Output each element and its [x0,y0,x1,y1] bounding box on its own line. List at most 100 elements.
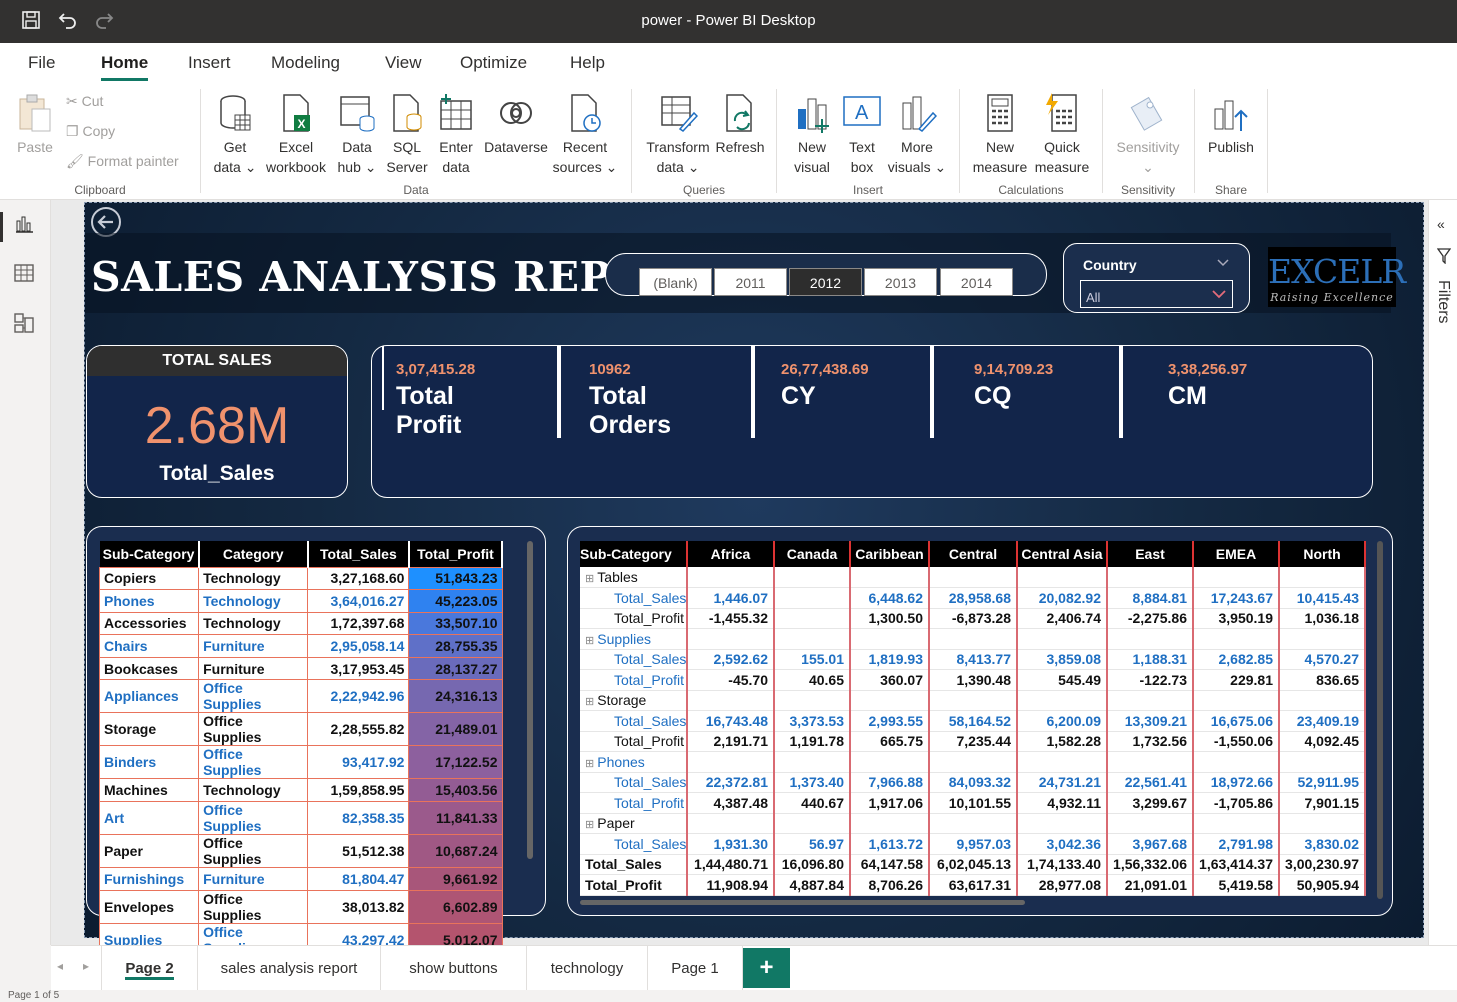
data-hub-button[interactable]: Data hub ⌄ [332,93,382,177]
new-measure-button[interactable]: New measure [970,93,1030,177]
expand-icon[interactable]: ⊞ [585,819,597,831]
more-visuals-button[interactable]: More visuals ⌄ [886,93,948,177]
column-header[interactable]: Sub-Category [580,541,688,567]
tab-page-1[interactable]: Page 1 [648,946,743,991]
menu-help[interactable]: Help [570,53,605,73]
column-header[interactable]: Central Asia [1017,541,1108,567]
table-row[interactable]: Total_Profit 2,191.71 1,191.78 665.75 7,235.… [580,731,1366,752]
table-row[interactable]: Total_Sales 1,446.07 6,448.62 28,958.68 20,0… [580,587,1366,609]
column-header[interactable]: EMEA [1193,541,1280,567]
enter-data-button[interactable]: Enter data [434,93,478,177]
group-row[interactable]: ⊞ Phones [580,751,1366,773]
menu-view[interactable]: View [385,53,422,73]
table-row[interactable]: Accessories Technology 1,72,397.68 33,507.1… [98,611,503,636]
country-dropdown[interactable]: All [1080,280,1233,308]
year-2014[interactable]: 2014 [940,268,1013,296]
dataverse-button[interactable]: Dataverse [482,93,550,157]
menu-home[interactable]: Home [101,53,149,81]
group-row[interactable]: ⊞ Tables [580,567,1366,588]
table-scrollbar[interactable] [527,541,533,859]
quick-measure-button[interactable]: Quick measure [1032,93,1092,177]
matrix-vertical-scrollbar[interactable] [1377,541,1383,899]
table-row[interactable]: Binders Office Supplies 93,417.92 17,122.52 [98,745,503,780]
table-row[interactable]: Appliances Office Supplies 2,22,942.96 24,3… [98,679,503,714]
year-2013[interactable]: 2013 [864,268,937,296]
table-cell [774,628,851,650]
table-row[interactable]: Bookcases Furniture 3,17,953.45 28,137.27 [98,656,503,681]
column-header[interactable]: Central [929,541,1018,567]
column-header[interactable]: Africa [687,541,775,567]
year-2012[interactable]: 2012 [789,268,862,296]
cut-button[interactable]: ✂ Cut [66,93,103,110]
refresh-button[interactable]: Refresh [712,93,768,157]
table-row[interactable]: Total_Profit -45.70 40.65 360.07 1,390.48 545… [580,669,1366,691]
table-row[interactable]: Copiers Technology 3,27,168.60 51,843.23 [98,566,503,591]
excelr-logo: EXCELR Raising Excellence [1268,247,1406,307]
expand-icon[interactable]: ⊞ [585,758,597,770]
menu-optimize[interactable]: Optimize [460,53,527,73]
model-view-icon[interactable] [13,312,37,336]
tab-technology[interactable]: technology [527,946,648,991]
format-painter-button[interactable]: 🖌 Format painter [66,153,179,170]
table-row[interactable]: Chairs Furniture 2,95,058.14 28,755.35 [98,634,503,658]
tab-show-buttons[interactable]: show buttons [381,946,527,991]
column-header[interactable]: Canada [774,541,851,567]
filters-pane[interactable]: « Filters [1428,200,1457,945]
table-row[interactable]: Paper Office Supplies 51,512.38 10,687.24 [98,834,503,869]
sql-server-button[interactable]: SQL Server [384,93,430,177]
group-row[interactable]: ⊞ Paper [580,813,1366,834]
excel-workbook-button[interactable]: X Excel workbook [262,93,330,177]
get-data-button[interactable]: Get data ⌄ [210,93,260,177]
table-row[interactable]: Furnishings Furniture 81,804.47 9,661.92 [98,867,503,891]
year-2011[interactable]: 2011 [714,268,787,296]
table-row[interactable]: Total_Sales 22,372.81 1,373.40 7,966.88 84,0… [580,772,1366,793]
text-box-button[interactable]: A Text box [840,93,884,177]
copy-button[interactable]: ❐ Copy [66,123,115,140]
transform-data-button[interactable]: Transform data ⌄ [642,93,714,177]
publish-button[interactable]: Publish [1202,93,1260,157]
group-row[interactable]: ⊞ Supplies [580,628,1366,650]
menu-modeling[interactable]: Modeling [271,53,340,73]
sensitivity-button[interactable]: Sensitivity ⌄ [1110,93,1186,177]
year-blank[interactable]: (Blank) [639,268,712,296]
paste-button[interactable]: Paste [14,93,56,157]
table-row[interactable]: Art Office Supplies 82,358.35 11,841.33 [98,801,503,836]
tab-page-2[interactable]: Page 2 [101,946,198,991]
expand-icon[interactable]: ⊞ [585,696,597,708]
column-header[interactable]: Total_Sales [307,541,410,567]
table-row[interactable]: Phones Technology 3,64,016.27 45,223.05 [98,589,503,613]
table-row[interactable]: Envelopes Office Supplies 38,013.82 6,602.8… [98,889,503,924]
column-header[interactable]: Total_Profit [408,541,504,567]
column-header[interactable]: North [1279,541,1366,567]
column-header[interactable]: Caribbean [850,541,930,567]
recent-sources-button[interactable]: Recent sources ⌄ [552,93,618,177]
table-row[interactable]: Machines Technology 1,59,858.95 15,403.56 [98,778,503,803]
table-row[interactable]: Total_Profit -1,455.32 1,300.50 -6,873.28 2,… [580,608,1366,629]
tab-sales-analysis-report[interactable]: sales analysis report [198,946,381,991]
menu-file[interactable]: File [28,53,55,73]
group-row[interactable]: ⊞ Storage [580,690,1366,711]
column-header[interactable]: Sub-Category [99,541,200,567]
column-header[interactable]: Category [198,541,309,567]
table-row[interactable]: Total_Profit 4,387.48 440.67 1,917.06 10,101… [580,792,1366,814]
expand-icon[interactable]: ⊞ [585,573,597,585]
table-row[interactable]: Total_Sales 1,931.30 56.97 1,613.72 9,957.03… [580,833,1366,855]
table-cell [1279,690,1366,711]
menu-insert[interactable]: Insert [188,53,231,73]
collapse-icon[interactable]: « [1437,216,1445,232]
table-cell: 10,687.24 [408,834,503,869]
table-row[interactable]: Storage Office Supplies 2,28,555.82 21,489.… [98,712,503,747]
matrix-horizontal-scrollbar[interactable] [580,900,1025,905]
report-view-icon[interactable] [13,213,37,237]
new-visual-button[interactable]: New visual [788,93,836,177]
column-header[interactable]: East [1107,541,1194,567]
table-row[interactable]: Total_Sales 2,592.62 155.01 1,819.93 8,413.7… [580,649,1366,670]
table-view-icon[interactable] [13,262,37,286]
chevron-right-icon[interactable]: ▸ [83,959,89,973]
chevron-left-icon[interactable]: ◂ [57,959,63,973]
chevron-down-icon[interactable] [1217,257,1229,267]
table-cell: 3,64,016.27 [307,589,410,613]
expand-icon[interactable]: ⊞ [585,635,597,647]
table-row[interactable]: Total_Sales 16,743.48 3,373.53 2,993.55 58,1… [580,710,1366,732]
add-page-button[interactable]: + [743,948,790,988]
